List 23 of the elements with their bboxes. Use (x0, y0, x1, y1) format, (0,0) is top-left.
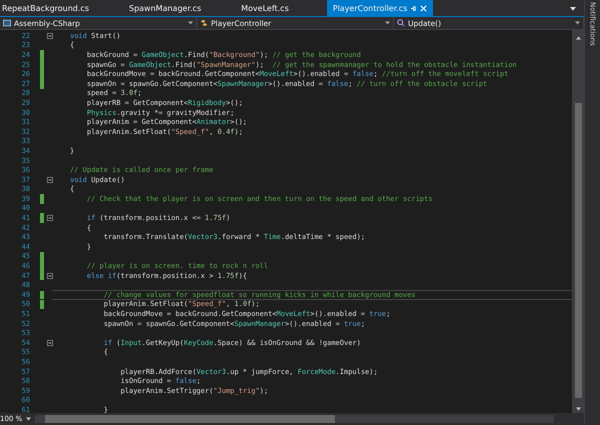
file-tab[interactable]: MoveLeft.cs (239, 0, 297, 16)
scroll-up-icon[interactable] (576, 36, 580, 40)
caret-icon (188, 21, 193, 25)
caret-icon (385, 21, 390, 25)
class-icon (200, 19, 208, 27)
close-icon[interactable] (420, 4, 428, 12)
collapse-icon[interactable] (47, 215, 53, 222)
file-tab[interactable]: SpawnManager.cs (127, 0, 210, 16)
scroll-down-icon[interactable] (576, 407, 580, 411)
file-tab[interactable]: RepeatBackground.cs (0, 0, 97, 16)
vertical-scrollbar[interactable] (572, 30, 584, 413)
caret-icon (26, 417, 32, 421)
dropdown-icon[interactable] (570, 6, 576, 10)
project-icon (3, 19, 11, 27)
horizontal-scrollbar[interactable] (35, 415, 554, 423)
file-tab[interactable]: PlayerController.cs (326, 0, 434, 16)
collapse-icon[interactable] (47, 176, 53, 183)
scroll-thumb[interactable] (574, 103, 582, 398)
pin-icon[interactable] (410, 4, 418, 12)
collapse-icon[interactable] (47, 32, 53, 39)
collapse-icon[interactable] (47, 272, 53, 279)
caret-icon (575, 21, 580, 25)
collapse-icon[interactable] (47, 340, 53, 346)
